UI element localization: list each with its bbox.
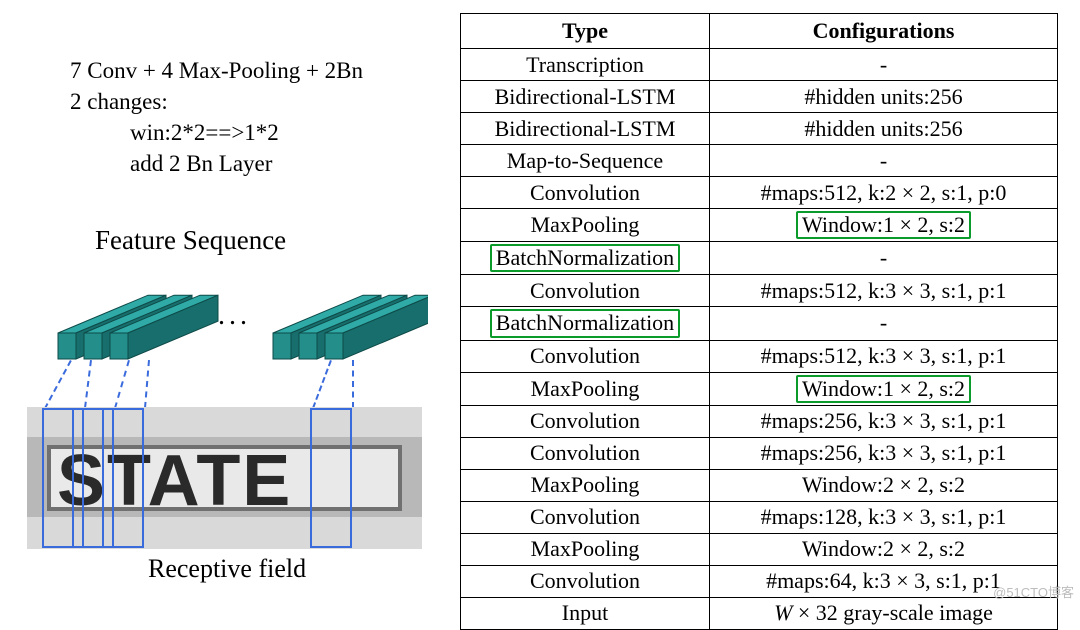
- cell-type: Map-to-Sequence: [461, 145, 710, 177]
- cell-type: Convolution: [461, 177, 710, 209]
- cell-type: Transcription: [461, 49, 710, 81]
- table-row: BatchNormalization-: [461, 307, 1058, 340]
- notes-line3: win:2*2==>1*2: [130, 117, 363, 148]
- table-row: InputW × 32 gray-scale image: [461, 597, 1058, 629]
- cell-config: #maps:512, k:2 × 2, s:1, p:0: [710, 177, 1058, 209]
- cell-config: #maps:256, k:3 × 3, s:1, p:1: [710, 437, 1058, 469]
- cell-config: Window:2 × 2, s:2: [710, 469, 1058, 501]
- table-row: Transcription-: [461, 49, 1058, 81]
- cell-config: Window:1 × 2, s:2: [710, 372, 1058, 405]
- watermark-text: @51CTO博客: [993, 582, 1074, 601]
- cell-type: BatchNormalization: [461, 307, 710, 340]
- table-row: Convolution#maps:512, k:2 × 2, s:1, p:0: [461, 177, 1058, 209]
- table-row: BatchNormalization-: [461, 242, 1058, 275]
- cell-config: -: [710, 242, 1058, 275]
- notes-block: 7 Conv + 4 Max-Pooling + 2Bn 2 changes: …: [70, 55, 363, 179]
- table-row: MaxPoolingWindow:2 × 2, s:2: [461, 469, 1058, 501]
- cell-type: MaxPooling: [461, 469, 710, 501]
- table-row: MaxPoolingWindow:1 × 2, s:2: [461, 372, 1058, 405]
- notes-line4: add 2 Bn Layer: [130, 148, 363, 179]
- cell-type: MaxPooling: [461, 533, 710, 565]
- ellipsis: ...: [218, 300, 251, 332]
- table-row: Map-to-Sequence-: [461, 145, 1058, 177]
- table-row: Convolution#maps:256, k:3 × 3, s:1, p:1: [461, 405, 1058, 437]
- notes-line2: 2 changes:: [70, 86, 363, 117]
- cell-config: Window:1 × 2, s:2: [710, 209, 1058, 242]
- cell-type: Input: [461, 597, 710, 629]
- table-header-config: Configurations: [710, 14, 1058, 49]
- table-row: Convolution#maps:64, k:3 × 3, s:1, p:1: [461, 565, 1058, 597]
- table-row: Convolution#maps:128, k:3 × 3, s:1, p:1: [461, 501, 1058, 533]
- cell-type: Convolution: [461, 437, 710, 469]
- cell-type: Bidirectional-LSTM: [461, 113, 710, 145]
- cell-type: Convolution: [461, 501, 710, 533]
- table-row: Bidirectional-LSTM#hidden units:256: [461, 113, 1058, 145]
- receptive-field-label: Receptive field: [148, 554, 306, 584]
- table-row: MaxPoolingWindow:1 × 2, s:2: [461, 209, 1058, 242]
- cell-config: #hidden units:256: [710, 81, 1058, 113]
- cell-type: Convolution: [461, 275, 710, 307]
- cell-config: Window:2 × 2, s:2: [710, 533, 1058, 565]
- cell-type: MaxPooling: [461, 372, 710, 405]
- cell-config: #maps:512, k:3 × 3, s:1, p:1: [710, 275, 1058, 307]
- cell-type: MaxPooling: [461, 209, 710, 242]
- table-row: Convolution#maps:256, k:3 × 3, s:1, p:1: [461, 437, 1058, 469]
- feature-sequence-title: Feature Sequence: [95, 225, 286, 256]
- cell-type: Convolution: [461, 565, 710, 597]
- cell-type: Convolution: [461, 405, 710, 437]
- table-row: Convolution#maps:512, k:3 × 3, s:1, p:1: [461, 340, 1058, 372]
- cell-config: W × 32 gray-scale image: [710, 597, 1058, 629]
- table-row: Convolution#maps:512, k:3 × 3, s:1, p:1: [461, 275, 1058, 307]
- cell-config: -: [710, 145, 1058, 177]
- right-column: Type Configurations Transcription-Bidire…: [460, 13, 1058, 630]
- cell-config: #hidden units:256: [710, 113, 1058, 145]
- notes-line1: 7 Conv + 4 Max-Pooling + 2Bn: [70, 55, 363, 86]
- cell-config: #maps:512, k:3 × 3, s:1, p:1: [710, 340, 1058, 372]
- cell-config: -: [710, 49, 1058, 81]
- receptive-box-4: [310, 408, 352, 548]
- left-column: 7 Conv + 4 Max-Pooling + 2Bn 2 changes: …: [0, 0, 460, 605]
- cell-type: Convolution: [461, 340, 710, 372]
- cell-config: -: [710, 307, 1058, 340]
- cell-config: #maps:256, k:3 × 3, s:1, p:1: [710, 405, 1058, 437]
- receptive-box-3: [102, 408, 144, 548]
- architecture-table: Type Configurations Transcription-Bidire…: [460, 13, 1058, 630]
- cell-config: #maps:128, k:3 × 3, s:1, p:1: [710, 501, 1058, 533]
- table-header-type: Type: [461, 14, 710, 49]
- cell-type: Bidirectional-LSTM: [461, 81, 710, 113]
- table-row: MaxPoolingWindow:2 × 2, s:2: [461, 533, 1058, 565]
- table-row: Bidirectional-LSTM#hidden units:256: [461, 81, 1058, 113]
- cell-type: BatchNormalization: [461, 242, 710, 275]
